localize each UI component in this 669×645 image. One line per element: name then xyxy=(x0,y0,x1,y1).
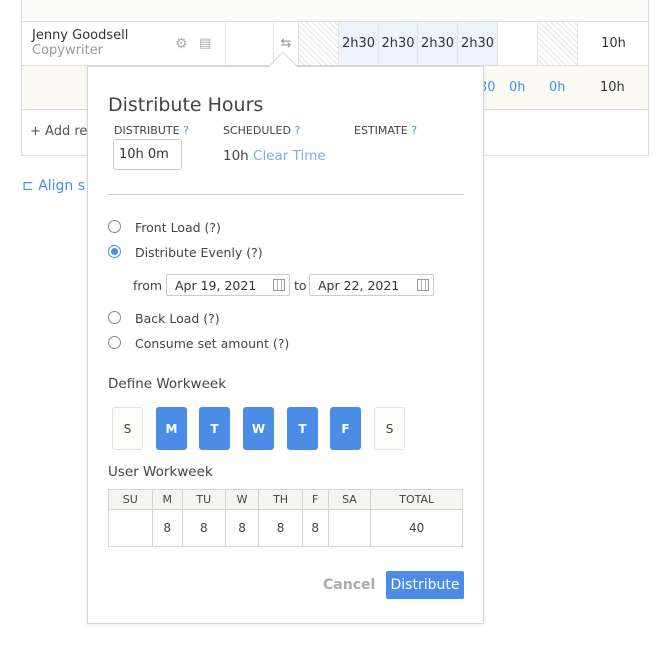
user-workweek-table: SU M TU W TH F SA TOTAL 8 8 8 8 8 40 xyxy=(108,489,463,547)
col-header: SA xyxy=(327,489,372,510)
hours-cell[interactable]: 2h30 xyxy=(417,22,457,65)
col-header: SU xyxy=(108,489,153,510)
calendar-icon[interactable] xyxy=(273,279,285,291)
define-workweek-heading: Define Workweek xyxy=(108,376,227,392)
from-date-input[interactable]: Apr 19, 2021 xyxy=(166,274,290,296)
cell: 40 xyxy=(370,509,463,547)
col-header: TU xyxy=(181,489,226,510)
hours-cell[interactable]: 2h30 xyxy=(457,22,497,65)
to-date-input[interactable]: Apr 22, 2021 xyxy=(309,274,434,296)
day-toggle-monday[interactable]: M xyxy=(156,407,187,450)
scheduled-label: SCHEDULED ? xyxy=(223,124,300,137)
distribute-evenly-label[interactable]: Distribute Evenly (?) xyxy=(135,245,263,260)
from-date-value: Apr 19, 2021 xyxy=(175,278,257,293)
summary-value: 0h xyxy=(509,80,526,95)
to-date-value: Apr 22, 2021 xyxy=(318,278,400,293)
resource-name: Jenny Goodsell xyxy=(32,28,129,43)
align-link[interactable]: ⊏ Align s xyxy=(22,178,85,194)
cell: 8 xyxy=(181,509,226,547)
day-toggle-saturday[interactable]: S xyxy=(374,407,405,450)
help-icon[interactable]: ? xyxy=(294,124,300,137)
popup-title: Distribute Hours xyxy=(108,94,264,116)
distribute-label: DISTRIBUTE ? xyxy=(114,124,189,137)
cell: 8 xyxy=(301,509,329,547)
col-header: W xyxy=(224,489,260,510)
consume-set-amount-radio[interactable] xyxy=(108,336,121,349)
hours-cell[interactable]: 2h30 xyxy=(338,22,378,65)
summary-total: 10h xyxy=(600,80,625,95)
back-load-radio[interactable] xyxy=(108,311,121,324)
front-load-radio[interactable] xyxy=(108,220,121,233)
col-header: TH xyxy=(258,489,303,510)
help-icon[interactable]: ? xyxy=(183,124,189,137)
gear-icon[interactable]: ⚙ xyxy=(175,36,188,52)
estimate-label: ESTIMATE ? xyxy=(354,124,417,137)
clear-time-link[interactable]: Clear Time xyxy=(253,148,326,164)
distribute-button[interactable]: Distribute xyxy=(386,571,464,599)
back-load-label[interactable]: Back Load (?) xyxy=(135,311,220,326)
calendar-icon[interactable] xyxy=(417,279,429,291)
hours-cell[interactable]: 2h30 xyxy=(378,22,417,65)
distribute-label-text: DISTRIBUTE xyxy=(114,124,180,137)
from-label: from xyxy=(133,278,163,293)
day-toggle-wednesday[interactable]: W xyxy=(243,407,274,450)
cell: 8 xyxy=(224,509,260,547)
cell xyxy=(108,509,153,547)
to-label: to xyxy=(294,278,307,293)
resource-role: Copywriter xyxy=(32,43,104,58)
estimate-label-text: ESTIMATE xyxy=(354,124,408,137)
col-header: TOTAL xyxy=(370,489,463,510)
cancel-button[interactable]: Cancel xyxy=(323,577,375,593)
front-load-label[interactable]: Front Load (?) xyxy=(135,220,221,235)
col-header: F xyxy=(301,489,329,510)
user-workweek-heading: User Workweek xyxy=(108,464,213,480)
day-toggle-thursday[interactable]: T xyxy=(287,407,318,450)
cell: 8 xyxy=(151,509,183,547)
day-toggle-tuesday[interactable]: T xyxy=(199,407,230,450)
distribute-input[interactable]: 10h 0m xyxy=(113,139,182,170)
add-resource-link[interactable]: + Add res xyxy=(30,124,94,139)
divider xyxy=(108,194,464,195)
distribute-hours-popup: Distribute Hours DISTRIBUTE ? SCHEDULED … xyxy=(87,66,484,624)
summary-value: 0h xyxy=(549,80,566,95)
resource-row: Jenny Goodsell Copywriter ⚙ ▤ ⇆ 2h30 2h3… xyxy=(22,22,648,66)
align-label: Align s xyxy=(38,178,86,194)
table-row: 8 8 8 8 8 40 xyxy=(108,509,463,547)
total-hours: 10h xyxy=(577,22,649,65)
align-icon: ⊏ xyxy=(22,178,34,194)
distribute-evenly-radio[interactable] xyxy=(108,245,121,258)
scheduled-value: 10h Clear Time xyxy=(223,148,326,164)
help-icon[interactable]: ? xyxy=(411,124,417,137)
day-toggle-friday[interactable]: F xyxy=(330,407,361,450)
col-header: M xyxy=(151,489,183,510)
scheduled-label-text: SCHEDULED xyxy=(223,124,291,137)
scheduled-hours: 10h xyxy=(223,148,249,164)
day-toggle-sunday[interactable]: S xyxy=(112,407,143,450)
header-row xyxy=(22,0,648,22)
cell: 8 xyxy=(258,509,303,547)
consume-set-amount-label[interactable]: Consume set amount (?) xyxy=(135,336,289,351)
cell xyxy=(327,509,372,547)
calculator-icon[interactable]: ▤ xyxy=(199,36,211,51)
